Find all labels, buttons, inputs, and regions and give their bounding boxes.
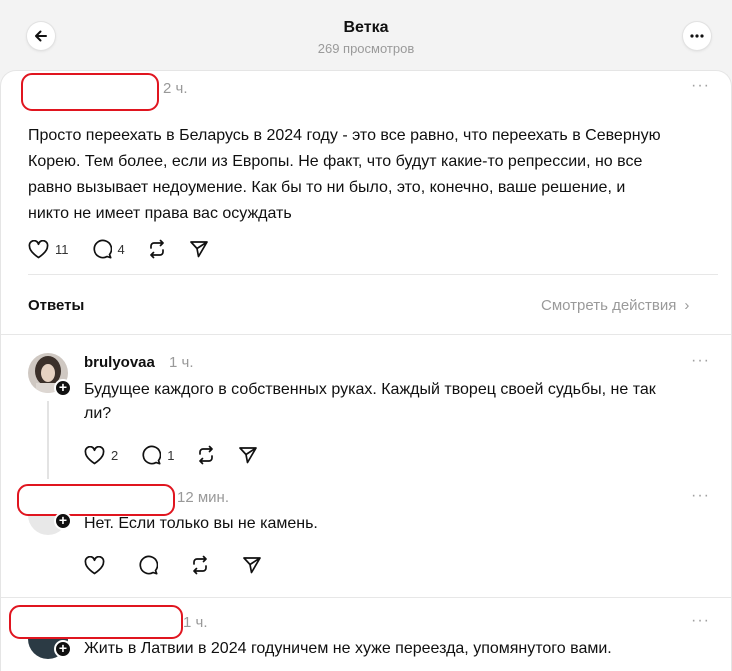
comment-bubble-icon bbox=[142, 445, 162, 465]
thread-panel: 2 ч. ··· Просто переехать в Беларусь в 2… bbox=[0, 70, 732, 671]
like-count: 2 bbox=[111, 447, 119, 463]
share-button[interactable] bbox=[189, 239, 209, 259]
post-time: 2 ч. bbox=[163, 80, 188, 97]
divider bbox=[1, 334, 731, 335]
reply-time: 1 ч. bbox=[169, 354, 194, 371]
reply-text: Жить в Латвии в 2024 годуничем не хуже п… bbox=[84, 640, 612, 657]
repost-button[interactable] bbox=[196, 445, 216, 465]
like-button[interactable] bbox=[84, 555, 105, 575]
reply-button[interactable]: 4 bbox=[91, 239, 125, 259]
follow-button[interactable]: + bbox=[54, 379, 72, 397]
reply-text: Нет. Если только вы не камень. bbox=[84, 515, 318, 532]
plus-icon: + bbox=[58, 379, 68, 395]
page-title: Ветка bbox=[343, 19, 389, 36]
like-count: 11 bbox=[55, 241, 69, 257]
reply-username[interactable]: brulyovaa bbox=[84, 354, 155, 371]
plus-icon: + bbox=[58, 512, 68, 528]
heart-icon bbox=[84, 445, 105, 464]
heart-icon bbox=[28, 239, 49, 258]
divider bbox=[1, 597, 731, 598]
view-activity-link[interactable]: Смотреть действия › bbox=[541, 297, 689, 314]
more-horizontal-icon bbox=[690, 34, 704, 38]
send-icon bbox=[243, 557, 261, 574]
chevron-right-icon: › bbox=[684, 297, 690, 314]
replies-heading: Ответы bbox=[28, 297, 85, 314]
repost-icon bbox=[199, 445, 214, 465]
share-button[interactable] bbox=[242, 555, 262, 575]
share-button[interactable] bbox=[238, 445, 258, 465]
divider bbox=[28, 274, 718, 275]
heart-icon bbox=[84, 555, 105, 574]
redacted-author bbox=[21, 73, 159, 111]
comment-bubble-icon bbox=[139, 555, 158, 575]
more-options-button[interactable] bbox=[683, 22, 711, 50]
view-count: 269 просмотров bbox=[317, 41, 415, 56]
post-actions: 11 4 bbox=[28, 239, 209, 259]
reply-text-line: Будущее каждого в собственных руках. Каж… bbox=[84, 381, 656, 398]
reply-text: Будущее каждого в собственных руках. Каж… bbox=[84, 378, 714, 426]
reply-count: 4 bbox=[117, 241, 125, 257]
reply-actions bbox=[84, 555, 262, 575]
like-button[interactable]: 2 bbox=[84, 445, 118, 465]
reply-text-line: ли? bbox=[84, 405, 112, 422]
redacted-author bbox=[9, 605, 183, 639]
reply-count: 1 bbox=[167, 447, 175, 463]
reply-menu-button[interactable]: ··· bbox=[691, 352, 710, 370]
post-text-line: Просто переехать в Беларусь в 2024 году … bbox=[28, 127, 661, 144]
reply-actions: 2 1 bbox=[84, 445, 258, 465]
top-bar: Ветка 269 просмотров bbox=[0, 0, 732, 70]
post-text: Просто переехать в Беларусь в 2024 году … bbox=[28, 123, 718, 227]
reply-time: 12 мин. bbox=[177, 489, 229, 506]
follow-button[interactable]: + bbox=[54, 640, 72, 658]
post-text-line: никто не имеет права вас осуждать bbox=[28, 205, 292, 222]
view-activity-label: Смотреть действия bbox=[541, 297, 677, 314]
comment-bubble-icon bbox=[92, 239, 112, 259]
reply-menu-button[interactable]: ··· bbox=[691, 612, 710, 630]
reply-button[interactable] bbox=[137, 555, 158, 575]
thread-line bbox=[47, 401, 49, 479]
reply-time: 1 ч. bbox=[183, 614, 208, 631]
reply-menu-button[interactable]: ··· bbox=[691, 487, 710, 505]
repost-button[interactable] bbox=[190, 555, 210, 575]
send-icon bbox=[239, 447, 258, 464]
post-text-line: Корею. Тем более, если из Европы. Не фак… bbox=[28, 153, 643, 170]
repost-icon bbox=[193, 555, 207, 575]
send-icon bbox=[189, 241, 208, 258]
follow-button[interactable]: + bbox=[54, 512, 72, 530]
plus-icon: + bbox=[58, 640, 68, 656]
post-text-line: равно вызывает недоумение. Как бы то ни … bbox=[28, 179, 626, 196]
repost-icon bbox=[149, 239, 164, 259]
post-menu-button[interactable]: ··· bbox=[691, 77, 710, 95]
reply-button[interactable]: 1 bbox=[140, 445, 174, 465]
repost-button[interactable] bbox=[147, 239, 167, 259]
like-button[interactable]: 11 bbox=[28, 239, 69, 259]
